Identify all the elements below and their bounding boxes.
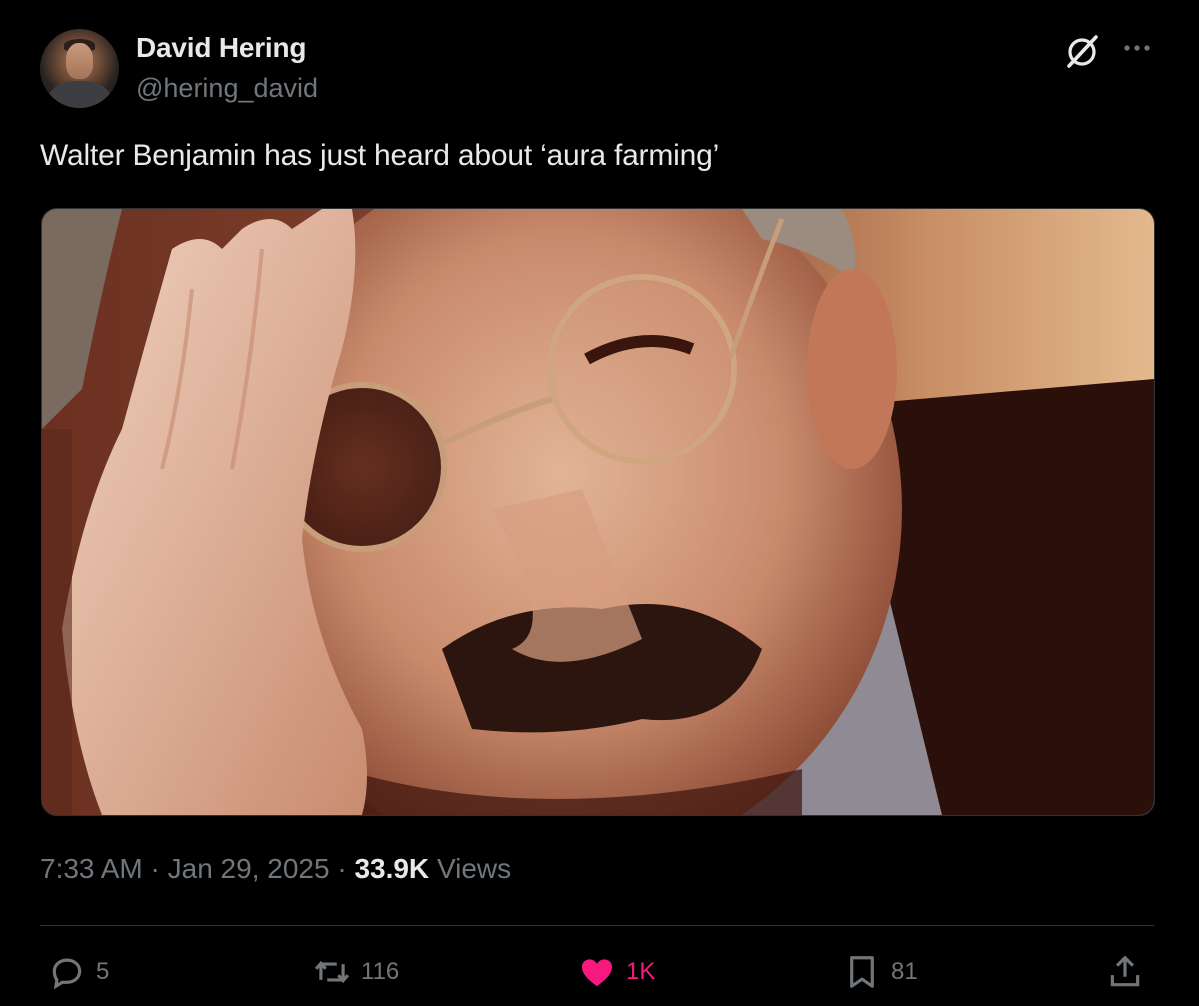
tweet-text: Walter Benjamin has just heard about ‘au… — [40, 139, 720, 172]
author-display-name[interactable]: David Hering — [136, 32, 307, 64]
views-count: 33.9K — [354, 853, 430, 884]
repost-count: 116 — [361, 958, 400, 985]
repost-icon — [314, 960, 350, 984]
like-button[interactable]: 1K — [578, 952, 655, 992]
author-handle[interactable]: @hering_david — [136, 73, 318, 104]
views-label: Views — [436, 853, 512, 884]
timestamp-time[interactable]: 7:33 AM — [40, 853, 143, 884]
timestamp-date[interactable]: Jan 29, 2025 — [168, 853, 330, 884]
bookmark-icon — [850, 956, 874, 988]
avatar[interactable] — [40, 29, 119, 108]
meta-separator: · — [337, 853, 347, 884]
share-icon — [1110, 955, 1140, 987]
tweet-meta: 7:33 AM · Jan 29, 2025 · 33.9K Views — [40, 853, 511, 885]
tweet: David Hering @hering_david Walter Benjam… — [0, 0, 1199, 1006]
meta-separator: · — [150, 853, 160, 884]
tweet-photo[interactable] — [41, 208, 1155, 816]
repost-button[interactable]: 116 — [313, 952, 399, 992]
bookmark-button[interactable]: 81 — [843, 952, 918, 992]
divider — [40, 925, 1154, 926]
more-icon[interactable] — [1121, 36, 1153, 60]
like-count: 1K — [626, 958, 656, 985]
reply-count: 5 — [96, 958, 110, 985]
bookmark-count: 81 — [891, 958, 918, 985]
reply-button[interactable]: 5 — [48, 952, 109, 992]
share-button[interactable] — [1106, 952, 1144, 992]
reply-icon — [52, 958, 82, 990]
heart-icon — [581, 959, 613, 987]
grok-icon[interactable] — [1062, 33, 1102, 69]
